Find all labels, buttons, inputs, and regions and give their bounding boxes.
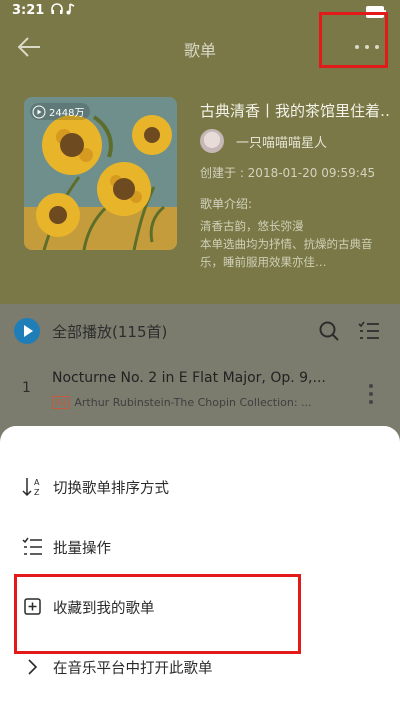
play-all-icon (14, 318, 40, 344)
headphones-icon (50, 2, 80, 19)
menu-label: 切换歌单排序方式 (53, 481, 169, 497)
play-all-button[interactable]: 全部播放(115首) (14, 318, 167, 344)
intro-label: 歌单介绍: (200, 197, 253, 211)
page-title: 歌单 (183, 41, 216, 60)
play-icon (32, 105, 46, 118)
intro-text[interactable]: 清香古韵，悠长弥漫 本单选曲均为抒情、抗燥的古典音 乐，睡前服用效果亦佳… (200, 217, 395, 271)
search-button[interactable] (318, 320, 340, 342)
status-time: 3:21 (12, 3, 45, 18)
menu-item-sort[interactable]: A Z 切换歌单排序方式 (0, 467, 400, 507)
intro-line: 清香古韵，悠长弥漫 (200, 219, 304, 233)
playlist-cover[interactable]: 2448万 (24, 97, 177, 250)
menu-label: 批量操作 (53, 541, 111, 557)
checklist-icon (358, 321, 379, 339)
play-count-badge: 2448万 (30, 103, 91, 120)
search-icon (319, 321, 339, 341)
avatar[interactable] (200, 129, 224, 153)
playlist-title: 古典清香丨我的茶馆里住着… (200, 102, 390, 120)
song-title: Nocturne No. 2 in E Flat Major, Op. 9,..… (52, 370, 326, 386)
status-bar: 3:21 (0, 0, 400, 24)
sort-az-icon: A Z (22, 478, 40, 497)
options-sheet: A Z 切换歌单排序方式 批量操作 收藏到我的歌单 在音乐平台中打开此歌单 (0, 426, 400, 712)
add-square-icon (24, 598, 41, 615)
song-row[interactable]: 1 Nocturne No. 2 in E Flat Major, Op. 9,… (0, 366, 400, 422)
menu-item-open-in-app[interactable]: 在音乐平台中打开此歌单 (0, 647, 400, 687)
creator[interactable]: 一只喵喵喵星人 (200, 129, 327, 153)
multi-select-button[interactable] (358, 320, 380, 342)
menu-label: 在音乐平台中打开此歌单 (53, 661, 213, 677)
intro-line: 乐，睡前服用效果亦佳… (200, 255, 327, 269)
menu-item-add-to-playlist[interactable]: 收藏到我的歌单 (0, 587, 400, 627)
playlist-header: 歌单 2448万 古典清香丨我的茶馆里住着… 一只喵喵喵星人 创建于: 201… (0, 24, 400, 304)
song-artist-album: Arthur Rubinstein-The Chopin Collection:… (74, 396, 312, 409)
created-date: 创建于 : 2018-01-20 09:59:45 (200, 166, 376, 180)
creator-name: 一只喵喵喵星人 (236, 135, 328, 151)
chevron-right-icon (28, 659, 38, 675)
sq-badge: SQ (52, 396, 70, 409)
intro-line: 本单选曲均为抒情、抗燥的古典音 (200, 237, 373, 251)
svg-text:Z: Z (34, 488, 40, 497)
play-all-label: 全部播放(115首) (52, 322, 168, 341)
more-options-button[interactable] (352, 39, 382, 55)
menu-label: 收藏到我的歌单 (53, 601, 155, 617)
song-meta: SQ Arthur Rubinstein-The Chopin Collecti… (52, 396, 312, 409)
top-bar: 歌单 (0, 24, 400, 70)
song-more-button[interactable] (366, 382, 376, 406)
song-index: 1 (22, 380, 31, 396)
svg-text:A: A (34, 478, 40, 487)
menu-item-batch[interactable]: 批量操作 (0, 527, 400, 567)
checklist-icon (22, 537, 42, 555)
song-list: 全部播放(115首) 1 Nocturne No. 2 in E Flat Ma… (0, 304, 400, 444)
play-count: 2448万 (49, 108, 85, 119)
battery-icon (366, 6, 388, 18)
